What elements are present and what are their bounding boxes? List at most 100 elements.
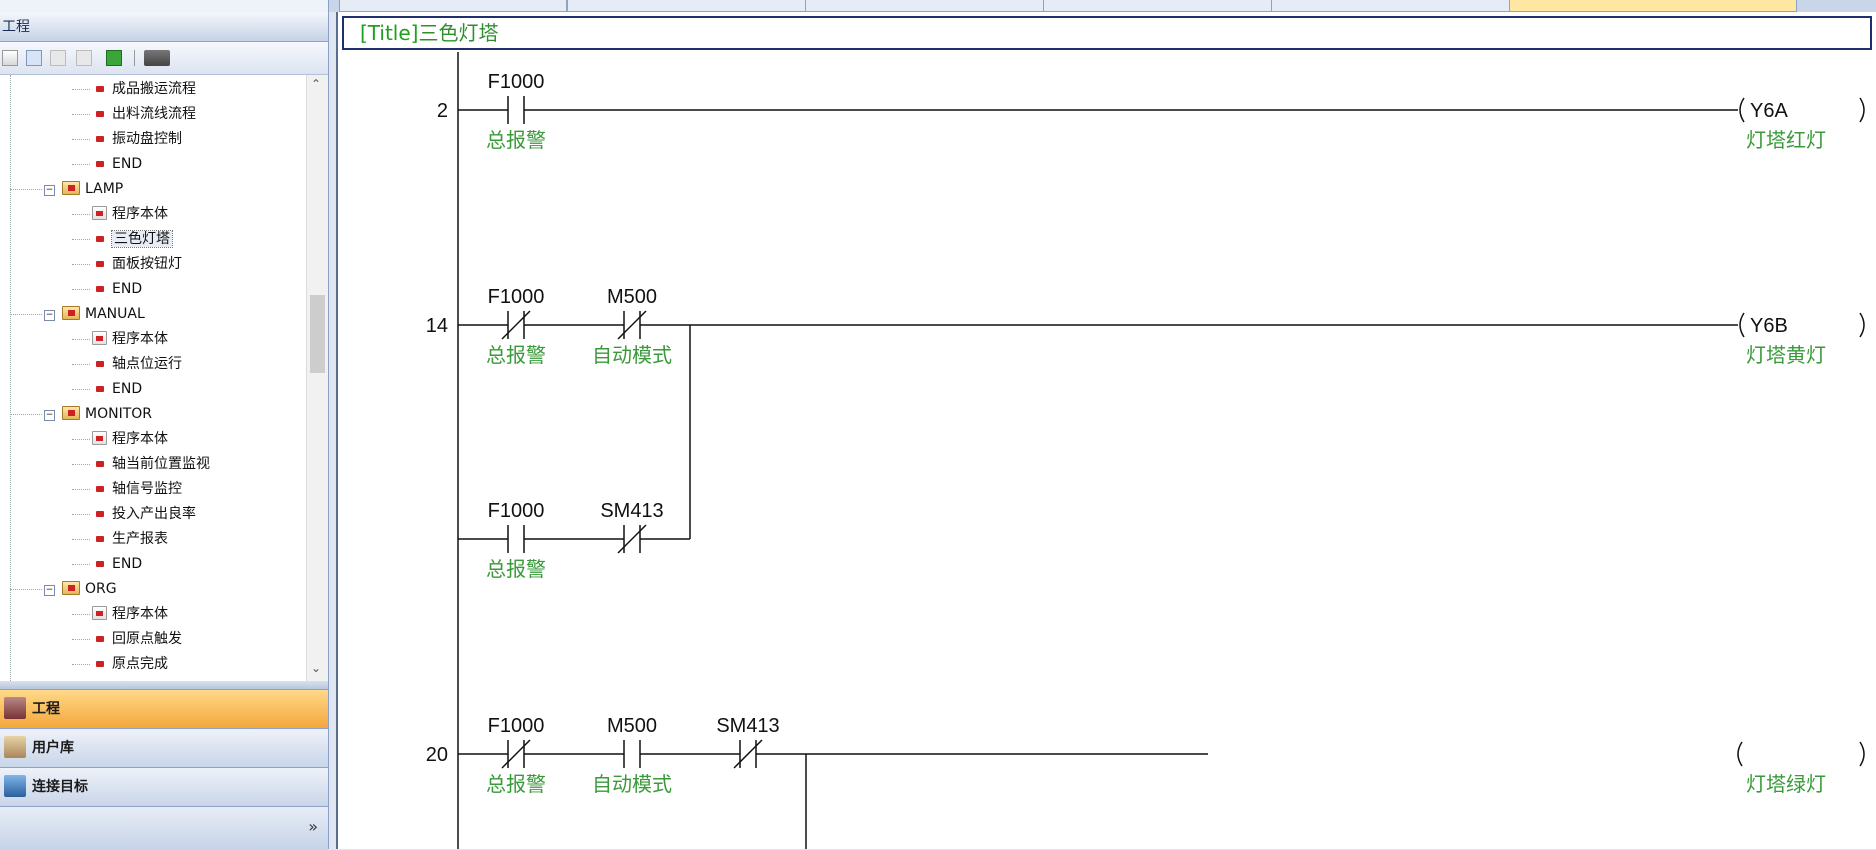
program-file-icon xyxy=(92,606,107,620)
tree-item[interactable]: END xyxy=(92,152,142,176)
document-tab[interactable] xyxy=(1271,0,1519,12)
tree-item[interactable]: 程序本体 xyxy=(92,202,168,226)
tree-item-label: END xyxy=(112,156,143,172)
coil-left-paren xyxy=(1739,312,1745,338)
tree-item[interactable]: 程序本体 xyxy=(92,427,168,451)
program-folder-icon xyxy=(62,406,80,420)
tree-item-label: 生产报表 xyxy=(112,531,168,547)
step-number: 14 xyxy=(426,315,448,337)
scrollbar-thumb[interactable] xyxy=(310,295,325,373)
sort-dropdown-icon[interactable] xyxy=(144,50,170,66)
program-title-bar[interactable]: [Title]三色灯塔 xyxy=(342,16,1872,50)
tree-connector xyxy=(72,364,90,365)
tree-item[interactable]: 振动盘控制 xyxy=(92,127,182,151)
nav-connection-button[interactable]: 连接目标 xyxy=(0,767,328,806)
scroll-down-icon[interactable]: ⌄ xyxy=(311,661,321,675)
tree-connector xyxy=(72,339,90,340)
program-file-icon xyxy=(92,356,107,370)
paste-icon[interactable] xyxy=(50,50,66,66)
project-toolbar xyxy=(0,42,328,75)
tree-item[interactable]: 成品搬运流程 xyxy=(92,77,196,101)
copy-icon[interactable] xyxy=(26,50,42,66)
tree-folder-node[interactable]: − LAMP xyxy=(44,177,123,201)
tree-item[interactable]: 轴当前位置监视 xyxy=(92,452,210,476)
nav-connection-label: 连接目标 xyxy=(32,779,88,795)
tree-connector xyxy=(10,589,42,590)
document-tab[interactable] xyxy=(1043,0,1281,12)
tree-item[interactable]: 原点完成 xyxy=(92,652,168,676)
program-file-icon xyxy=(92,106,107,120)
tree-connector xyxy=(72,289,90,290)
collapse-toggle-icon[interactable]: − xyxy=(44,310,55,321)
collapse-toggle-icon[interactable]: − xyxy=(44,410,55,421)
project-icon xyxy=(4,697,26,719)
tree-item[interactable]: 生产报表 xyxy=(92,527,168,551)
tree-connector xyxy=(72,114,90,115)
tree-item[interactable]: 轴点位运行 xyxy=(92,352,182,376)
program-file-icon xyxy=(92,81,107,95)
tree-connector xyxy=(72,389,90,390)
tree-item-label: END xyxy=(112,281,143,297)
document-tab[interactable] xyxy=(339,0,567,12)
tree-scrollbar[interactable]: ⌃ ⌄ xyxy=(306,75,328,681)
tree-connector xyxy=(72,464,90,465)
tree-item[interactable]: 回原点触发 xyxy=(92,627,182,651)
tree-folder-node[interactable]: − MONITOR xyxy=(44,402,152,426)
coil-device-label: Y6B xyxy=(1750,315,1788,337)
duplicate-icon[interactable] xyxy=(76,50,92,66)
program-file-icon xyxy=(92,456,107,470)
nav-user-library-button[interactable]: 用户库 xyxy=(0,728,328,767)
tree-item[interactable]: END xyxy=(92,377,142,401)
program-file-icon xyxy=(92,231,107,245)
collapse-toggle-icon[interactable]: − xyxy=(44,185,55,196)
tree-connector xyxy=(72,639,90,640)
tree-item-label: 面板按钮灯 xyxy=(112,256,182,272)
tree-folder-node[interactable]: − MANUAL xyxy=(44,302,145,326)
tree-item[interactable]: 投入产出良率 xyxy=(92,502,196,526)
tree-item[interactable]: END xyxy=(92,277,142,301)
collapse-toggle-icon[interactable]: − xyxy=(44,585,55,596)
document-tab[interactable] xyxy=(805,0,1053,12)
tree-item[interactable]: 出料流线流程 xyxy=(92,102,196,126)
contact-device-label: SM413 xyxy=(600,500,663,522)
nav-project-button[interactable]: 工程 xyxy=(0,689,328,728)
chevron-right-double-icon: » xyxy=(308,817,318,836)
tree-item[interactable]: 程序本体 xyxy=(92,327,168,351)
tree-connector xyxy=(72,214,90,215)
tree-connector xyxy=(10,189,42,190)
panel-splitter[interactable] xyxy=(0,681,328,689)
new-item-icon[interactable] xyxy=(2,50,18,66)
tree-item[interactable]: 面板按钮灯 xyxy=(92,252,182,276)
tree-item[interactable]: 轴信号监控 xyxy=(92,477,182,501)
tree-item-label: LAMP xyxy=(85,181,124,197)
program-file-icon xyxy=(92,631,107,645)
ladder-diagram[interactable]: 2 F1000 总报警 Y6A 灯塔红灯 14 F1000 总报警 M500 自动模式 Y6B 灯塔黄… xyxy=(338,52,1876,849)
tree-folder-node[interactable]: − ORG xyxy=(44,577,117,601)
program-folder-icon xyxy=(62,581,80,595)
tree-item-label: 成品搬运流程 xyxy=(112,81,196,97)
nav-more-button[interactable]: » xyxy=(0,806,328,850)
tree-item[interactable]: 三色灯塔 xyxy=(92,227,173,251)
program-file-icon xyxy=(92,481,107,495)
program-file-icon xyxy=(92,431,107,445)
contact-device-label: M500 xyxy=(607,286,657,308)
document-tab[interactable] xyxy=(567,0,815,12)
contact-device-label: F1000 xyxy=(488,715,545,737)
tree-connector xyxy=(72,239,90,240)
ladder-editor: [Title]三色灯塔 2 F1000 总报警 Y6A 灯塔红灯 14 F1000 总报警 M5… xyxy=(336,12,1876,849)
tree-connector xyxy=(72,439,90,440)
program-file-icon xyxy=(92,206,107,220)
refresh-icon[interactable] xyxy=(106,50,122,66)
contact-device-label: F1000 xyxy=(488,71,545,93)
tree-item-label: 程序本体 xyxy=(112,431,168,447)
program-file-icon xyxy=(92,531,107,545)
contact-comment: 总报警 xyxy=(486,128,546,152)
tree-item[interactable]: END xyxy=(92,552,142,576)
tree-connector xyxy=(72,514,90,515)
tree-item-label: 投入产出良率 xyxy=(112,506,196,522)
tree-item[interactable]: 程序本体 xyxy=(92,602,168,626)
tree-item-label: ORG xyxy=(85,581,117,597)
scroll-up-icon[interactable]: ⌃ xyxy=(311,77,321,91)
program-file-icon xyxy=(92,256,107,270)
document-tab-active[interactable] xyxy=(1509,0,1797,12)
